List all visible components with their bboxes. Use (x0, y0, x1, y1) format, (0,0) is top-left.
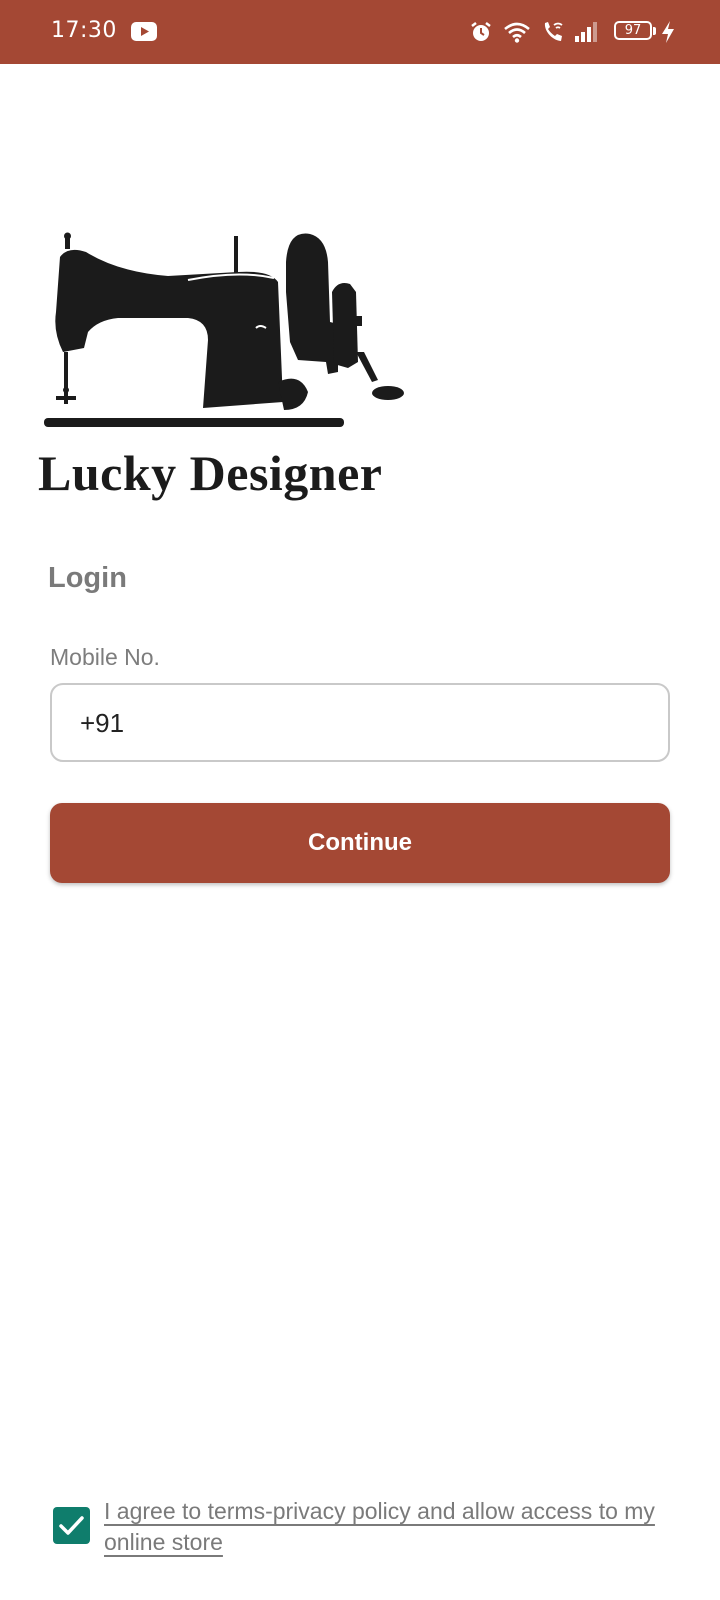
mobile-number-input[interactable]: +91 (50, 683, 670, 762)
alarm-icon (471, 22, 491, 41)
terms-checkbox[interactable] (53, 1507, 90, 1544)
login-title: Login (48, 562, 127, 594)
mobile-number-value: +91 (80, 708, 125, 738)
terms-link[interactable]: I agree to terms-privacy policy and allo… (104, 1496, 664, 1558)
checkmark-icon (59, 1516, 84, 1535)
battery-nub (653, 27, 656, 35)
continue-button[interactable]: Continue (50, 803, 670, 883)
signal-icon (575, 22, 597, 42)
wifi-call-icon (544, 22, 563, 41)
mobile-label: Mobile No. (50, 644, 160, 670)
youtube-icon (131, 22, 157, 41)
charging-bolt-icon (662, 21, 674, 43)
status-time: 17:30 (51, 18, 117, 43)
wifi-icon (504, 22, 530, 43)
status-bar: 17:30 97 (0, 0, 720, 64)
brand-logo: Lucky Designer (38, 232, 428, 527)
brand-name: Lucky Designer (38, 445, 383, 501)
sewing-machine-logo (44, 232, 404, 427)
battery-icon: 97 (614, 21, 652, 40)
